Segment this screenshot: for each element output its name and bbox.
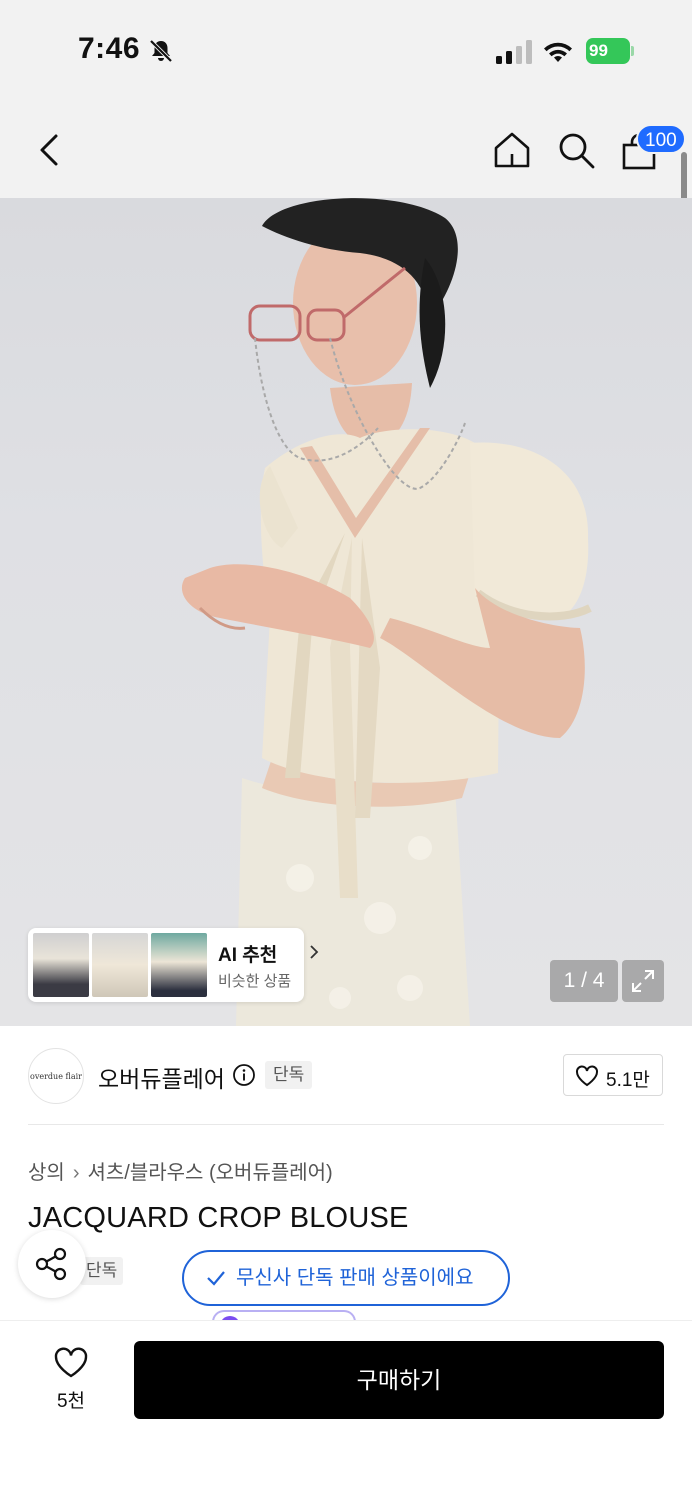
buy-button[interactable]: 구매하기: [134, 1341, 664, 1419]
battery-icon: 99: [586, 38, 634, 64]
status-time: 7:46: [78, 32, 141, 65]
share-icon: [35, 1247, 67, 1281]
check-icon: [207, 1271, 225, 1286]
search-icon[interactable]: [556, 130, 596, 170]
heart-icon: [576, 1065, 598, 1087]
model-photo: [181, 198, 592, 1026]
ai-thumbnail-1: [33, 933, 89, 997]
exclusive-toast: 무신사 단독 판매 상품이에요: [182, 1250, 510, 1306]
expand-icon: [632, 970, 654, 992]
ai-thumbnail-3: [151, 933, 207, 997]
top-nav-bar: [0, 100, 692, 198]
ai-recommend-title: AI 추천: [218, 945, 278, 966]
battery-level: 99: [586, 38, 630, 64]
wishlist-count: 5천: [56, 1391, 86, 1412]
image-page-indicator: 1 / 4: [550, 960, 618, 1002]
breadcrumb: 상의 › 셔츠/블라우스 (오버듀플레어): [28, 1156, 333, 1185]
toast-message: 무신사 단독 판매 상품이에요: [236, 1267, 474, 1289]
divider: [28, 1124, 664, 1125]
info-icon[interactable]: [232, 1063, 256, 1087]
share-button[interactable]: [18, 1230, 86, 1298]
brand-exclusive-tag: 단독: [265, 1061, 313, 1089]
wifi-icon: [544, 42, 572, 62]
ai-recommend-subtitle: 비슷한 상품: [218, 973, 292, 990]
cart-count-badge: 100: [636, 124, 686, 154]
status-bar: 7:46 99: [0, 0, 692, 100]
expand-image-button[interactable]: [622, 960, 664, 1002]
chevron-right-icon: ›: [72, 1162, 80, 1184]
product-hero-image[interactable]: AI 추천 비슷한 상품 1 / 4: [0, 198, 692, 1026]
wishlist-heart-icon[interactable]: [52, 1346, 90, 1380]
brand-logo[interactable]: overdue flair: [28, 1048, 84, 1104]
brand-like-button[interactable]: 5.1만: [563, 1054, 663, 1096]
chevron-right-icon: [310, 945, 319, 959]
ai-thumbnail-2: [92, 933, 148, 997]
breadcrumb-category[interactable]: 상의: [28, 1162, 65, 1184]
back-icon[interactable]: [32, 130, 68, 170]
ai-recommend-card[interactable]: AI 추천 비슷한 상품: [28, 928, 319, 1002]
signal-icon: [496, 40, 532, 64]
brand-name[interactable]: 오버듀플레어: [98, 1060, 225, 1094]
home-icon[interactable]: [492, 130, 532, 170]
breadcrumb-subcategory[interactable]: 셔츠/블라우스 (오버듀플레어): [87, 1162, 332, 1184]
brand-like-count: 5.1만: [606, 1070, 650, 1091]
bell-off-icon: [149, 39, 173, 63]
product-exclusive-tag: 단독: [80, 1257, 124, 1285]
